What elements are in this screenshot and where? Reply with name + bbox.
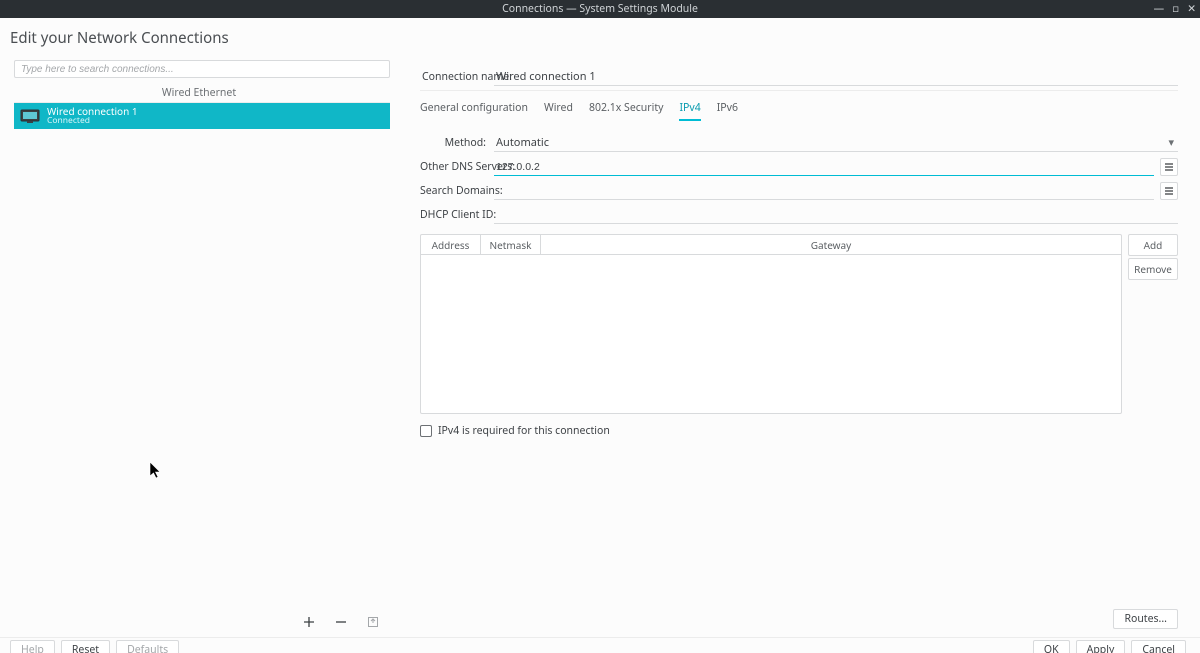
edit-dns-servers-button[interactable] (1160, 158, 1178, 176)
search-input[interactable] (19, 63, 385, 76)
connection-editor: Connection name: Wired connection 1 Gene… (398, 54, 1200, 633)
window-titlebar: Connections — System Settings Module — ▫… (0, 0, 1200, 18)
address-col-header[interactable]: Address (421, 235, 481, 254)
ethernet-icon (19, 106, 41, 126)
tab-802-1x-security[interactable]: 802.1x Security (589, 97, 664, 121)
connection-name-field[interactable]: Wired connection 1 (494, 68, 1178, 86)
address-table-body[interactable] (421, 255, 1121, 413)
other-dns-input[interactable] (494, 158, 1154, 176)
editor-tabs: General configuration Wired 802.1x Secur… (420, 97, 1178, 122)
search-domains-input[interactable] (494, 182, 1154, 200)
connection-name-value: Wired connection 1 (496, 69, 596, 84)
routes-button[interactable]: Routes... (1113, 609, 1178, 629)
defaults-button[interactable]: Defaults (116, 640, 179, 653)
cancel-button[interactable]: Cancel (1131, 640, 1186, 653)
page-title: Edit your Network Connections (0, 18, 1200, 54)
method-label: Method: (420, 136, 494, 150)
connections-search[interactable] (14, 60, 390, 78)
connection-group-label: Wired Ethernet (0, 86, 398, 100)
export-connection-button[interactable] (366, 615, 380, 629)
help-button[interactable]: Help (10, 640, 55, 653)
chevron-down-icon: ▾ (1168, 135, 1178, 150)
tab-wired[interactable]: Wired (544, 97, 573, 121)
window-title: Connections — System Settings Module (502, 2, 698, 16)
method-value: Automatic (496, 135, 549, 150)
method-select[interactable]: Automatic ▾ (494, 134, 1178, 152)
window-maximize-icon[interactable]: ▫ (1172, 2, 1179, 16)
search-domains-label: Search Domains: (420, 184, 494, 198)
dialog-footer: Help Reset Defaults OK Apply Cancel (0, 637, 1200, 653)
tab-ipv4[interactable]: IPv4 (679, 97, 700, 121)
connection-name-label: Connection name: (420, 70, 494, 84)
reset-button[interactable]: Reset (61, 640, 110, 653)
remove-connection-button[interactable] (334, 615, 348, 629)
other-dns-label: Other DNS Servers: (420, 160, 494, 174)
dhcp-client-id-label: DHCP Client ID: (420, 208, 494, 222)
list-icon (1164, 186, 1174, 196)
address-add-button[interactable]: Add (1128, 234, 1178, 256)
address-remove-button[interactable]: Remove (1128, 258, 1178, 280)
tab-general[interactable]: General configuration (420, 97, 528, 121)
divider (420, 90, 1178, 91)
dhcp-client-id-input[interactable] (494, 206, 1178, 224)
gateway-col-header[interactable]: Gateway (541, 235, 1121, 254)
netmask-col-header[interactable]: Netmask (481, 235, 541, 254)
connection-list-item[interactable]: Wired connection 1 Connected (14, 103, 390, 129)
ipv4-required-checkbox[interactable] (420, 425, 432, 437)
connection-list-toolbar (0, 611, 398, 633)
tab-ipv6[interactable]: IPv6 (717, 97, 738, 121)
list-icon (1164, 162, 1174, 172)
address-table[interactable]: Address Netmask Gateway (420, 234, 1122, 414)
ok-button[interactable]: OK (1033, 640, 1070, 653)
edit-search-domains-button[interactable] (1160, 182, 1178, 200)
connections-sidebar: Wired Ethernet Wired connection 1 Connec… (0, 54, 398, 633)
connection-item-status: Connected (47, 116, 138, 126)
apply-button[interactable]: Apply (1076, 640, 1126, 653)
window-close-icon[interactable]: ✕ (1187, 2, 1196, 16)
add-connection-button[interactable] (302, 615, 316, 629)
ipv4-required-label: IPv4 is required for this connection (438, 424, 610, 438)
window-minimize-icon[interactable]: — (1154, 2, 1165, 16)
